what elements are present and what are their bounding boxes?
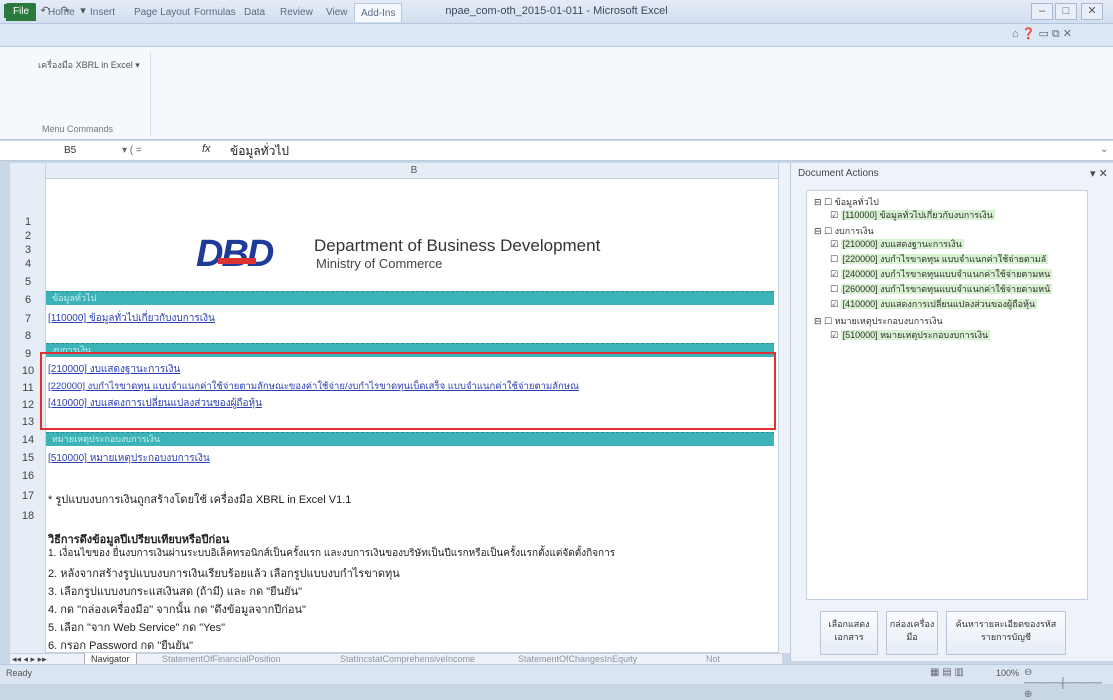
name-box[interactable]: B5 [38, 143, 118, 159]
tree-node-label: [410000] งบแสดงการเปลี่ยนแปลงส่วนของผู้ถ… [840, 299, 1038, 309]
ribbon-separator [150, 52, 151, 136]
section-notes-band[interactable]: หมายเหตุประกอบงบการเงิน [46, 432, 774, 446]
tree-node-label: [220000] งบกำไรขาดทุน แบบจำแนกค่าใช้จ่าย… [840, 254, 1049, 264]
tab-page-layout[interactable]: Page Layout [128, 3, 196, 22]
row-number[interactable]: 15 [10, 452, 46, 464]
cell-reference: B5 [64, 145, 77, 156]
tab-insert[interactable]: Insert [84, 3, 121, 22]
expand-formula-icon[interactable]: ⌄ [1100, 144, 1108, 155]
column-header-b[interactable]: B [46, 163, 782, 179]
row-number[interactable]: 17 [10, 490, 46, 502]
pane-close-icon[interactable]: ▾ ✕ [1090, 167, 1108, 180]
ministry-name: Ministry of Commerce [316, 256, 443, 271]
tab-add-ins[interactable]: Add-Ins [354, 3, 403, 22]
link-110000[interactable]: [110000] ข้อมูลทั่วไปเกี่ยวกับงบการเงิน [48, 311, 215, 326]
minimize-button[interactable]: – [1031, 3, 1053, 20]
tree-item-510000[interactable]: ☑ [510000] หมายเหตุประกอบงบการเงิน [830, 328, 991, 342]
document-actions-title: Document Actions [798, 168, 879, 179]
dbd-logo: DBD [196, 233, 274, 275]
tree-item-210000[interactable]: ☑ [210000] งบแสดงฐานะการเงิน [830, 237, 964, 251]
row-number[interactable]: 4 [10, 258, 46, 270]
note-text: * รูปแบบงบการเงินถูกสร้างโดยใช้ เครื่องม… [48, 494, 352, 506]
row-number[interactable]: 8 [10, 330, 46, 342]
row-number[interactable]: 3 [10, 244, 46, 256]
row-number[interactable]: 18 [10, 510, 46, 522]
name-box-dropdown-icon[interactable]: ▾ ( = [122, 145, 142, 156]
row-number[interactable]: 16 [10, 470, 46, 482]
row-number[interactable]: 5 [10, 276, 46, 288]
row-number[interactable]: 2 [10, 230, 46, 242]
tree-item-260000[interactable]: ☐ [260000] งบกำไรขาดทุนแบบจำแนกค่าใช้จ่า… [830, 282, 1053, 296]
row-number[interactable]: 6 [10, 294, 46, 306]
tree-node-label: งบการเงิน [834, 226, 874, 236]
row-number[interactable]: 14 [10, 434, 46, 446]
search-account-code-button[interactable]: ค้นหารายละเอียดของรหัสรายการบัญชี [946, 611, 1066, 655]
fx-icon[interactable]: fx [202, 143, 211, 155]
link-510000[interactable]: [510000] หมายเหตุประกอบงบการเงิน [48, 451, 210, 466]
xbrl-tool-label: เครื่องมือ XBRL in Excel [38, 60, 133, 70]
zoom-level[interactable]: 100% [996, 668, 1019, 678]
step-1: 1. เงื่อนไขของ ยื่นงบการเงินผ่านระบบอิเล… [48, 548, 616, 559]
tree-item-110000[interactable]: ☑ [110000] ข้อมูลทั่วไปเกี่ยวกับงบการเงิ… [830, 208, 995, 222]
tree-node-label: [110000] ข้อมูลทั่วไปเกี่ยวกับงบการเงิน [840, 210, 995, 220]
menu-commands-group-label: Menu Commands [42, 124, 114, 134]
tree-group-statements[interactable]: ⊟ ☐ งบการเงิน [814, 224, 874, 238]
tree-node-label: [210000] งบแสดงฐานะการเงิน [840, 239, 964, 249]
close-button[interactable]: ✕ [1081, 3, 1103, 20]
formula-input[interactable]: ข้อมูลทั่วไป [230, 143, 289, 159]
tree-node-label: ข้อมูลทั่วไป [834, 197, 879, 207]
view-mode-icons[interactable]: ▦ ▤ ▥ [930, 667, 964, 678]
step-4: 4. กด "กล่องเครื่องมือ" จากนั้น กด "ดึงข… [48, 604, 306, 616]
tree-node-label: หมายเหตุประกอบงบการเงิน [834, 316, 943, 326]
step-5: 5. เลือก "จาก Web Service" กด "Yes" [48, 622, 226, 634]
tree-group-notes[interactable]: ⊟ ☐ หมายเหตุประกอบงบการเงิน [814, 314, 943, 328]
tab-review[interactable]: Review [274, 3, 319, 22]
xbrl-tool-menu[interactable]: เครื่องมือ XBRL in Excel ▾ [38, 58, 140, 72]
tree-item-220000[interactable]: ☐ [220000] งบกำไรขาดทุน แบบจำแนกค่าใช้จ่… [830, 252, 1049, 266]
ribbon-body [0, 46, 1113, 140]
tab-data[interactable]: Data [238, 3, 271, 22]
formula-bar [0, 141, 1113, 161]
status-ready: Ready [6, 668, 33, 678]
tree-group-general[interactable]: ⊟ ☐ ข้อมูลทั่วไป [814, 195, 879, 209]
toolbox-button[interactable]: กล่องเครื่องมือ [886, 611, 938, 655]
tab-file[interactable]: File [6, 3, 36, 21]
maximize-button[interactable]: □ [1055, 3, 1077, 20]
row-number[interactable]: 7 [10, 313, 46, 325]
step-3: 3. เลือกรูปแบบงบกระแสเงินสด (ถ้ามี) และ … [48, 586, 303, 598]
step-6: 6. กรอก Password กด "ยืนยัน" [48, 640, 194, 652]
step-2: 2. หลังจากสร้างรูปแบบงบการเงินเรียบร้อยแ… [48, 568, 400, 580]
tree-item-410000[interactable]: ☑ [410000] งบแสดงการเปลี่ยนแปลงส่วนของผู… [830, 297, 1038, 311]
tab-view[interactable]: View [320, 3, 354, 22]
highlight-box [40, 352, 776, 430]
ribbon-controls-icons[interactable]: ⌂ ❓ ▭ ⧉ ✕ [1012, 27, 1072, 41]
tab-home[interactable]: Home [42, 3, 81, 22]
department-name: Department of Business Development [314, 236, 601, 255]
tree-item-240000[interactable]: ☑ [240000] งบกำไรขาดทุนแบบจำแนกค่าใช้จ่า… [830, 267, 1053, 281]
tree-node-label: [240000] งบกำไรขาดทุนแบบจำแนกค่าใช้จ่ายต… [840, 269, 1053, 279]
tab-formulas[interactable]: Formulas [188, 3, 242, 22]
dbd-logo-accent [218, 258, 256, 264]
row-number[interactable]: 1 [10, 216, 46, 228]
section-general-band[interactable]: ข้อมูลทั่วไป [46, 291, 774, 305]
ribbon-tab-bar [0, 24, 1113, 46]
tree-node-label: [510000] หมายเหตุประกอบงบการเงิน [840, 330, 991, 340]
show-documents-button[interactable]: เลือกแสดงเอกสาร [820, 611, 878, 655]
tree-node-label: [260000] งบกำไรขาดทุนแบบจำแนกค่าใช้จ่ายต… [840, 284, 1053, 294]
